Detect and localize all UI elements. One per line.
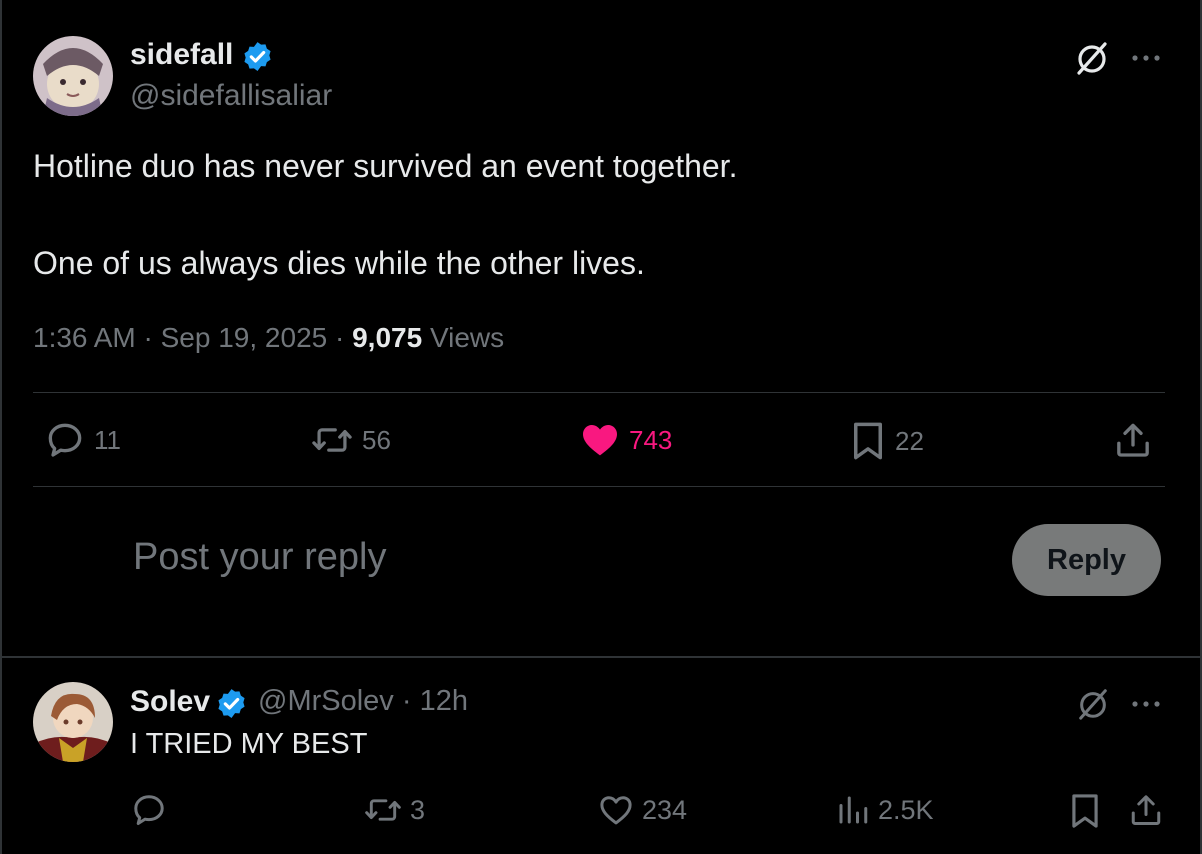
grok-icon[interactable] xyxy=(1074,40,1110,76)
reply-input[interactable]: Post your reply xyxy=(133,536,833,579)
views-label: Views xyxy=(422,322,505,353)
heart-filled-icon xyxy=(583,425,617,456)
repost-count: 3 xyxy=(410,794,426,825)
bookmark-icon xyxy=(854,422,882,460)
views-action-button[interactable]: 2.5K xyxy=(836,792,934,828)
views-bar-chart-icon xyxy=(839,796,868,824)
more-icon[interactable] xyxy=(1128,690,1164,718)
repost-icon xyxy=(312,428,352,452)
reply-author-name[interactable]: Solev xyxy=(130,685,210,719)
reply-author-meta: @MrSolev · 12h xyxy=(258,685,468,718)
share-icon xyxy=(1117,423,1149,457)
meta-separator: · xyxy=(327,322,353,353)
like-count: 743 xyxy=(629,424,673,455)
reply-post-time[interactable]: · 12h xyxy=(402,685,468,717)
reply-count: 11 xyxy=(94,424,121,455)
main-author-avatar[interactable] xyxy=(33,36,113,116)
heart-outline-icon xyxy=(600,796,632,825)
reply-author-handle[interactable]: @MrSolev xyxy=(258,685,394,717)
verified-badge-icon xyxy=(215,687,248,720)
bookmark-action-button[interactable] xyxy=(1069,792,1101,830)
like-action-button[interactable]: 234 xyxy=(598,792,687,828)
repost-action-button[interactable]: 56 xyxy=(311,420,391,460)
post-text-line: One of us always dies while the other li… xyxy=(33,245,645,281)
grok-icon[interactable] xyxy=(1076,687,1110,721)
reply-submit-button[interactable]: Reply xyxy=(1012,524,1161,596)
like-action-button[interactable]: 743 xyxy=(580,420,672,460)
reply-icon xyxy=(134,795,164,825)
verified-badge-icon xyxy=(241,40,274,73)
main-author-name[interactable]: sidefall xyxy=(130,38,233,72)
post-date[interactable]: Sep 19, 2025 xyxy=(161,322,328,353)
share-icon xyxy=(1131,795,1161,825)
repost-action-button[interactable]: 3 xyxy=(364,792,425,828)
bookmark-icon xyxy=(1072,794,1098,828)
meta-separator: · xyxy=(135,322,161,353)
post-meta: 1:36 AM · Sep 19, 2025 · 9,075 Views xyxy=(33,322,504,354)
views-count: 9,075 xyxy=(352,322,423,353)
divider xyxy=(33,486,1165,487)
post-text-line: Hotline duo has never survived an event … xyxy=(33,148,738,184)
bookmark-action-button[interactable]: 22 xyxy=(850,420,924,462)
repost-icon xyxy=(365,799,401,821)
share-action-button[interactable] xyxy=(1128,792,1164,828)
reply-post-text: I TRIED MY BEST xyxy=(130,728,368,760)
main-author-handle[interactable]: @sidefallisaliar xyxy=(130,79,332,113)
bookmark-count: 22 xyxy=(895,425,924,456)
share-action-button[interactable] xyxy=(1113,420,1153,460)
section-divider xyxy=(0,656,1202,658)
repost-count: 56 xyxy=(362,424,391,455)
frame-border-left xyxy=(0,0,2,854)
more-icon[interactable] xyxy=(1128,44,1164,72)
reply-icon xyxy=(48,423,82,457)
reply-action-button[interactable]: 11 xyxy=(45,420,121,460)
views-count: 2.5K xyxy=(878,794,934,825)
divider xyxy=(33,392,1165,393)
post-time[interactable]: 1:36 AM xyxy=(33,322,136,353)
reply-author-avatar[interactable] xyxy=(33,682,113,762)
reply-action-button[interactable] xyxy=(131,792,175,828)
like-count: 234 xyxy=(642,794,688,825)
